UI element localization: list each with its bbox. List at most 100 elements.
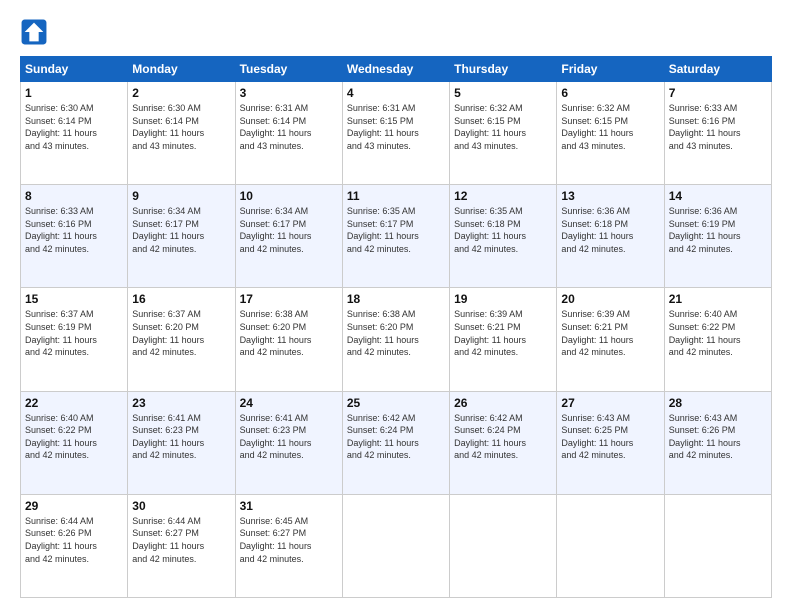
- calendar-cell: 18 Sunrise: 6:38 AM Sunset: 6:20 PM Dayli…: [342, 288, 449, 391]
- calendar-cell: 17 Sunrise: 6:38 AM Sunset: 6:20 PM Dayli…: [235, 288, 342, 391]
- day-number: 14: [669, 189, 767, 203]
- calendar-cell: 16Sunrise: 6:37 AM Sunset: 6:20 PM Dayli…: [128, 288, 235, 391]
- day-number: 15: [25, 292, 123, 306]
- day-number: 19: [454, 292, 552, 306]
- cell-info: Sunrise: 6:42 AM Sunset: 6:24 PM Dayligh…: [454, 412, 552, 462]
- cell-info: Sunrise: 6:39 AM Sunset: 6:21 PM Dayligh…: [561, 308, 659, 358]
- day-number: 5: [454, 86, 552, 100]
- day-number: 24: [240, 396, 338, 410]
- calendar-cell: 29Sunrise: 6:44 AM Sunset: 6:26 PM Dayli…: [21, 494, 128, 597]
- page: SundayMondayTuesdayWednesdayThursdayFrid…: [0, 0, 792, 612]
- day-number: 23: [132, 396, 230, 410]
- cell-info: Sunrise: 6:34 AM Sunset: 6:17 PM Dayligh…: [132, 205, 230, 255]
- calendar-cell: 26 Sunrise: 6:42 AM Sunset: 6:24 PM Dayli…: [450, 391, 557, 494]
- calendar-cell: 12 Sunrise: 6:35 AM Sunset: 6:18 PM Dayli…: [450, 185, 557, 288]
- cell-info: Sunrise: 6:42 AM Sunset: 6:24 PM Dayligh…: [347, 412, 445, 462]
- calendar-cell: 2 Sunrise: 6:30 AM Sunset: 6:14 PM Daylig…: [128, 82, 235, 185]
- cell-info: Sunrise: 6:34 AM Sunset: 6:17 PM Dayligh…: [240, 205, 338, 255]
- day-number: 8: [25, 189, 123, 203]
- calendar-cell: 10 Sunrise: 6:34 AM Sunset: 6:17 PM Dayli…: [235, 185, 342, 288]
- cell-info: Sunrise: 6:36 AM Sunset: 6:18 PM Dayligh…: [561, 205, 659, 255]
- day-number: 3: [240, 86, 338, 100]
- cell-info: Sunrise: 6:38 AM Sunset: 6:20 PM Dayligh…: [347, 308, 445, 358]
- calendar-cell: 14 Sunrise: 6:36 AM Sunset: 6:19 PM Dayli…: [664, 185, 771, 288]
- cell-info: Sunrise: 6:37 AM Sunset: 6:19 PM Dayligh…: [25, 308, 123, 358]
- calendar-cell: 1 Sunrise: 6:30 AM Sunset: 6:14 PM Daylig…: [21, 82, 128, 185]
- calendar-cell: 8 Sunrise: 6:33 AM Sunset: 6:16 PM Daylig…: [21, 185, 128, 288]
- calendar-cell: 11 Sunrise: 6:35 AM Sunset: 6:17 PM Dayli…: [342, 185, 449, 288]
- cell-info: Sunrise: 6:41 AM Sunset: 6:23 PM Dayligh…: [240, 412, 338, 462]
- day-number: 4: [347, 86, 445, 100]
- calendar-cell: [664, 494, 771, 597]
- day-number: 10: [240, 189, 338, 203]
- day-number: 27: [561, 396, 659, 410]
- calendar-cell: 6 Sunrise: 6:32 AM Sunset: 6:15 PM Daylig…: [557, 82, 664, 185]
- calendar-cell: 5 Sunrise: 6:32 AM Sunset: 6:15 PM Daylig…: [450, 82, 557, 185]
- day-number: 12: [454, 189, 552, 203]
- calendar-cell: 15 Sunrise: 6:37 AM Sunset: 6:19 PM Dayli…: [21, 288, 128, 391]
- calendar-cell: 3 Sunrise: 6:31 AM Sunset: 6:14 PM Daylig…: [235, 82, 342, 185]
- day-number: 30: [132, 499, 230, 513]
- weekday-header: Thursday: [450, 57, 557, 82]
- calendar-cell: 9 Sunrise: 6:34 AM Sunset: 6:17 PM Daylig…: [128, 185, 235, 288]
- calendar-cell: 23Sunrise: 6:41 AM Sunset: 6:23 PM Dayli…: [128, 391, 235, 494]
- day-number: 22: [25, 396, 123, 410]
- cell-info: Sunrise: 6:40 AM Sunset: 6:22 PM Dayligh…: [25, 412, 123, 462]
- header: [20, 18, 772, 46]
- calendar-cell: 7 Sunrise: 6:33 AM Sunset: 6:16 PM Daylig…: [664, 82, 771, 185]
- day-number: 28: [669, 396, 767, 410]
- weekday-header: Sunday: [21, 57, 128, 82]
- logo: [20, 18, 52, 46]
- calendar-cell: 20 Sunrise: 6:39 AM Sunset: 6:21 PM Dayli…: [557, 288, 664, 391]
- cell-info: Sunrise: 6:30 AM Sunset: 6:14 PM Dayligh…: [25, 102, 123, 152]
- day-number: 11: [347, 189, 445, 203]
- cell-info: Sunrise: 6:35 AM Sunset: 6:18 PM Dayligh…: [454, 205, 552, 255]
- cell-info: Sunrise: 6:33 AM Sunset: 6:16 PM Dayligh…: [669, 102, 767, 152]
- weekday-header: Tuesday: [235, 57, 342, 82]
- cell-info: Sunrise: 6:43 AM Sunset: 6:25 PM Dayligh…: [561, 412, 659, 462]
- calendar-cell: [450, 494, 557, 597]
- cell-info: Sunrise: 6:30 AM Sunset: 6:14 PM Dayligh…: [132, 102, 230, 152]
- day-number: 26: [454, 396, 552, 410]
- day-number: 20: [561, 292, 659, 306]
- day-number: 31: [240, 499, 338, 513]
- cell-info: Sunrise: 6:32 AM Sunset: 6:15 PM Dayligh…: [561, 102, 659, 152]
- calendar-cell: 21 Sunrise: 6:40 AM Sunset: 6:22 PM Dayli…: [664, 288, 771, 391]
- day-number: 25: [347, 396, 445, 410]
- calendar-cell: 31 Sunrise: 6:45 AM Sunset: 6:27 PM Dayli…: [235, 494, 342, 597]
- cell-info: Sunrise: 6:36 AM Sunset: 6:19 PM Dayligh…: [669, 205, 767, 255]
- cell-info: Sunrise: 6:45 AM Sunset: 6:27 PM Dayligh…: [240, 515, 338, 565]
- day-number: 6: [561, 86, 659, 100]
- cell-info: Sunrise: 6:31 AM Sunset: 6:14 PM Dayligh…: [240, 102, 338, 152]
- day-number: 2: [132, 86, 230, 100]
- day-number: 1: [25, 86, 123, 100]
- day-number: 17: [240, 292, 338, 306]
- calendar-table: SundayMondayTuesdayWednesdayThursdayFrid…: [20, 56, 772, 598]
- cell-info: Sunrise: 6:32 AM Sunset: 6:15 PM Dayligh…: [454, 102, 552, 152]
- calendar-cell: [557, 494, 664, 597]
- cell-info: Sunrise: 6:40 AM Sunset: 6:22 PM Dayligh…: [669, 308, 767, 358]
- calendar-cell: [342, 494, 449, 597]
- cell-info: Sunrise: 6:43 AM Sunset: 6:26 PM Dayligh…: [669, 412, 767, 462]
- logo-icon: [20, 18, 48, 46]
- cell-info: Sunrise: 6:39 AM Sunset: 6:21 PM Dayligh…: [454, 308, 552, 358]
- calendar-cell: 27 Sunrise: 6:43 AM Sunset: 6:25 PM Dayli…: [557, 391, 664, 494]
- cell-info: Sunrise: 6:44 AM Sunset: 6:27 PM Dayligh…: [132, 515, 230, 565]
- cell-info: Sunrise: 6:38 AM Sunset: 6:20 PM Dayligh…: [240, 308, 338, 358]
- day-number: 7: [669, 86, 767, 100]
- calendar-cell: 19 Sunrise: 6:39 AM Sunset: 6:21 PM Dayli…: [450, 288, 557, 391]
- day-number: 21: [669, 292, 767, 306]
- weekday-header: Saturday: [664, 57, 771, 82]
- day-number: 9: [132, 189, 230, 203]
- day-number: 16: [132, 292, 230, 306]
- weekday-header: Friday: [557, 57, 664, 82]
- cell-info: Sunrise: 6:33 AM Sunset: 6:16 PM Dayligh…: [25, 205, 123, 255]
- calendar-cell: 24 Sunrise: 6:41 AM Sunset: 6:23 PM Dayli…: [235, 391, 342, 494]
- weekday-header: Wednesday: [342, 57, 449, 82]
- calendar-cell: 25 Sunrise: 6:42 AM Sunset: 6:24 PM Dayli…: [342, 391, 449, 494]
- day-number: 18: [347, 292, 445, 306]
- calendar-cell: 22 Sunrise: 6:40 AM Sunset: 6:22 PM Dayli…: [21, 391, 128, 494]
- calendar-cell: 28 Sunrise: 6:43 AM Sunset: 6:26 PM Dayli…: [664, 391, 771, 494]
- cell-info: Sunrise: 6:35 AM Sunset: 6:17 PM Dayligh…: [347, 205, 445, 255]
- calendar-cell: 30 Sunrise: 6:44 AM Sunset: 6:27 PM Dayli…: [128, 494, 235, 597]
